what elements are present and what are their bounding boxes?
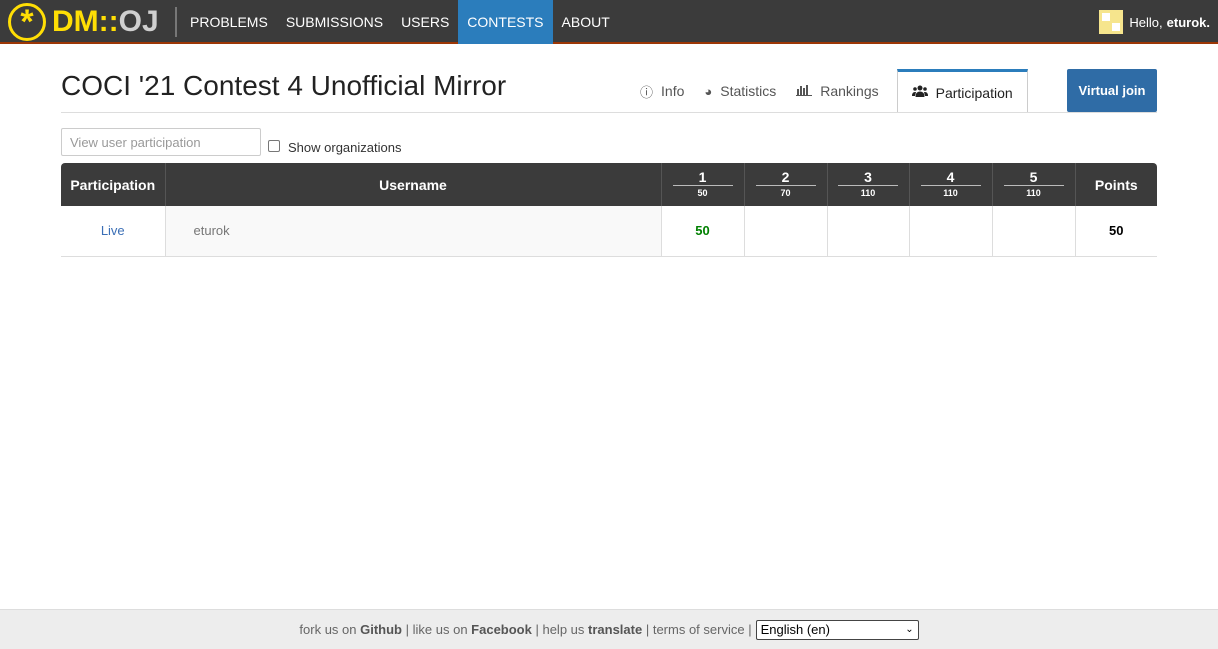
live-link[interactable]: Live — [101, 223, 125, 238]
problem-number: 5 — [1003, 170, 1064, 186]
total-points: 50 — [1109, 223, 1124, 239]
username-link[interactable]: eturok — [194, 223, 230, 238]
problem-points: 110 — [860, 188, 876, 198]
show-organizations-label[interactable]: Show organizations — [288, 140, 401, 155]
problem-number: 3 — [838, 170, 898, 186]
table-row: Live eturok 50 50 — [61, 206, 1157, 257]
contest-tabs: ⓘ Info ◕ Statistics Rankings Participati… — [630, 69, 1028, 113]
site-logo[interactable]: * DM::OJ — [8, 3, 159, 41]
header-problem-1[interactable]: 1 50 — [660, 163, 744, 206]
github-link-text: Github — [360, 622, 403, 637]
title-divider — [61, 112, 1157, 113]
translate-link[interactable]: translate — [588, 622, 642, 637]
page-title: COCI '21 Contest 4 Unofficial Mirror — [61, 70, 507, 101]
footer: fork us on Github | like us on Facebook … — [0, 609, 1218, 649]
tab-statistics-label: Statistics — [720, 83, 777, 99]
greeting-text: Hello, — [1129, 14, 1163, 30]
header-problem-2[interactable]: 2 70 — [743, 163, 827, 206]
username-cell: eturok — [164, 206, 661, 257]
tab-statistics[interactable]: ◕ Statistics — [694, 69, 786, 113]
score-cell-4 — [908, 206, 992, 257]
top-navbar: * DM::OJ PROBLEMS SUBMISSIONS USERS CONT… — [0, 0, 1218, 44]
github-link[interactable]: Github — [360, 622, 402, 637]
tab-info-label: Info — [661, 83, 685, 99]
problem-points: 50 — [697, 188, 708, 198]
bar-chart-icon — [796, 84, 813, 99]
score-cell-1: 50 — [660, 206, 744, 257]
chevron-down-icon: ⌄ — [905, 624, 914, 635]
problem-number: 1 — [672, 170, 733, 186]
tab-rankings[interactable]: Rankings — [786, 69, 888, 113]
header-problem-4[interactable]: 4 110 — [908, 163, 992, 206]
participation-cell: Live — [61, 206, 165, 257]
asterisk-logo-icon: * — [8, 3, 46, 41]
score-value[interactable]: 50 — [695, 223, 709, 238]
logo-dm: DM:: — [52, 5, 119, 38]
nav-item-contests[interactable]: CONTESTS — [458, 0, 553, 44]
language-selected: English (en) — [760, 622, 830, 637]
facebook-link[interactable]: Facebook — [471, 622, 532, 637]
problem-number: 2 — [755, 170, 816, 186]
username-text: eturok. — [1166, 14, 1210, 30]
footer-fork-text: fork us on — [299, 622, 357, 637]
header-problem-5[interactable]: 5 110 — [991, 163, 1075, 206]
footer-like-text: like us on — [412, 622, 468, 637]
language-select[interactable]: English (en) ⌄ — [755, 619, 919, 640]
tab-rankings-label: Rankings — [820, 83, 879, 99]
avatar — [1099, 10, 1124, 34]
translate-link-text: translate — [588, 622, 643, 637]
problem-points: 110 — [1026, 188, 1041, 198]
footer-help-text: help us — [542, 622, 585, 637]
total-points-cell: 50 — [1074, 206, 1157, 257]
score-cell-5 — [991, 206, 1075, 257]
problem-points: 70 — [780, 188, 791, 198]
header-participation: Participation — [61, 163, 165, 206]
tab-participation[interactable]: Participation — [896, 69, 1028, 113]
search-input[interactable] — [61, 128, 261, 156]
user-menu[interactable]: Hello, eturok. — [1099, 10, 1210, 34]
users-icon — [911, 85, 928, 100]
header-username[interactable]: Username — [164, 163, 661, 206]
logo-oj: OJ — [118, 5, 159, 38]
problem-points: 110 — [943, 188, 958, 198]
logo-divider — [175, 7, 177, 37]
score-cell-3 — [826, 206, 909, 257]
terms-of-service-link[interactable]: terms of service — [653, 622, 745, 637]
nav-menu: PROBLEMS SUBMISSIONS USERS CONTESTS ABOU… — [181, 0, 619, 44]
nav-item-about[interactable]: ABOUT — [553, 0, 619, 44]
problem-number: 4 — [920, 170, 981, 186]
nav-item-submissions[interactable]: SUBMISSIONS — [277, 0, 392, 44]
participation-table: Participation Username 1 50 2 70 3 110 4 110… — [61, 163, 1157, 257]
nav-item-problems[interactable]: PROBLEMS — [181, 0, 277, 44]
tab-info[interactable]: ⓘ Info — [630, 69, 694, 113]
tab-participation-label: Participation — [935, 84, 1013, 101]
header-points: Points — [1074, 163, 1157, 206]
show-organizations-checkbox[interactable] — [268, 140, 280, 152]
nav-item-users[interactable]: USERS — [392, 0, 458, 44]
score-cell-2 — [743, 206, 827, 257]
logo-text: DM::OJ — [52, 5, 159, 39]
info-circle-icon: ⓘ — [640, 84, 654, 100]
facebook-link-text: Facebook — [471, 622, 532, 637]
virtual-join-button[interactable]: Virtual join — [1067, 69, 1157, 112]
pie-chart-icon: ◕ — [704, 83, 713, 99]
table-header-row: Participation Username 1 50 2 70 3 110 4 110… — [61, 163, 1157, 206]
header-problem-3[interactable]: 3 110 — [826, 163, 909, 206]
